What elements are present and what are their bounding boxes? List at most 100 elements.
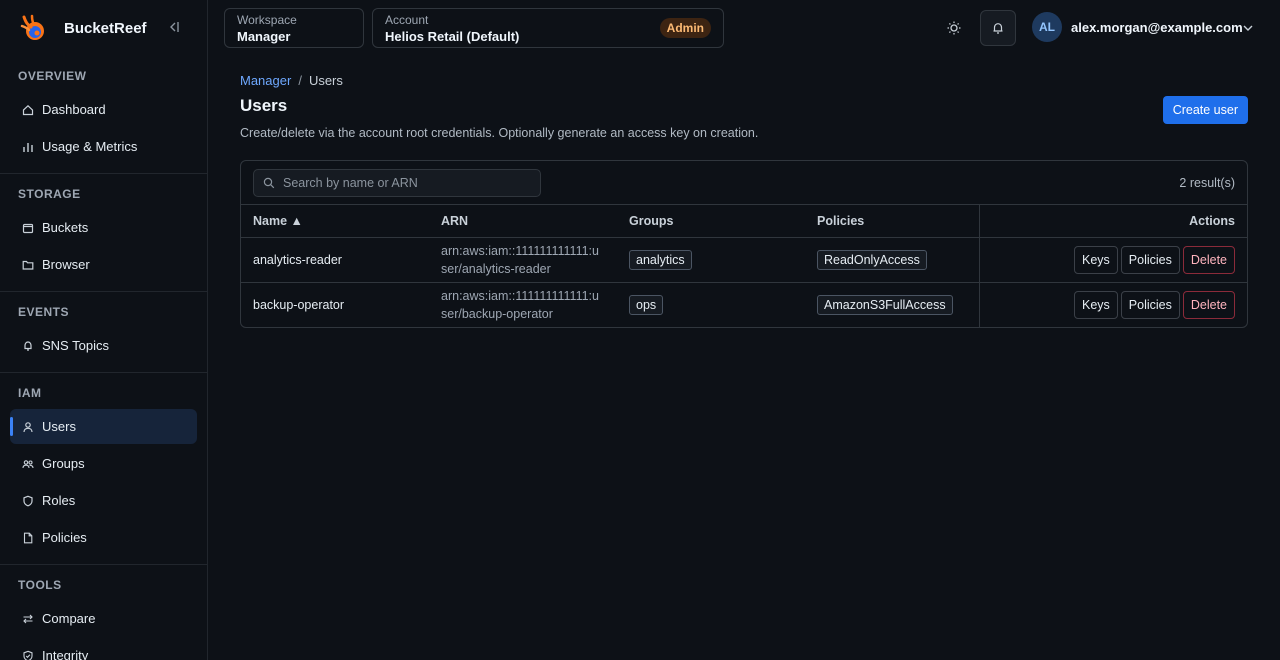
bell-icon: [991, 21, 1005, 35]
keys-button[interactable]: Keys: [1073, 245, 1118, 274]
user-actions-cell: Keys Policies Delete: [978, 237, 1247, 282]
sidebar-item-groups[interactable]: Groups: [10, 446, 197, 481]
sidebar-item-label: Usage & Metrics: [42, 139, 138, 154]
avatar[interactable]: AL: [1032, 12, 1062, 42]
user-policies-cell: ReadOnlyAccess: [805, 237, 979, 282]
delete-button[interactable]: Delete: [1182, 290, 1235, 319]
sidebar-item-compare[interactable]: Compare: [10, 601, 197, 636]
breadcrumb-current: Users: [308, 72, 343, 88]
group-tag: analytics: [629, 249, 692, 270]
policies-button[interactable]: Policies: [1120, 245, 1180, 274]
table-row: analytics-reader arn:aws:iam::1111111111…: [241, 237, 1247, 282]
main-content: Manager / Users Users Create/delete via …: [240, 56, 1248, 328]
section-title: STORAGE: [18, 187, 81, 201]
account-selector[interactable]: Account Helios Retail (Default) Admin: [372, 8, 724, 48]
column-header-name[interactable]: Name ▲: [241, 205, 429, 238]
collapse-sidebar-icon[interactable]: [166, 19, 182, 35]
workspace-label: Workspace: [237, 13, 297, 27]
folder-icon: [22, 259, 34, 271]
brand-name: BucketReef: [64, 19, 147, 37]
sidebar-item-usage-metrics[interactable]: Usage & Metrics: [10, 129, 197, 164]
sidebar-item-integrity[interactable]: Integrity: [10, 638, 197, 660]
topbar: Workspace Manager Account Helios Retail …: [208, 0, 1280, 56]
page-description: Create/delete via the account root crede…: [240, 126, 759, 140]
search-input[interactable]: [283, 176, 523, 190]
user-arn-cell: arn:aws:iam::111111111111:user/backup-op…: [429, 281, 617, 327]
sidebar-item-buckets[interactable]: Buckets: [10, 210, 197, 245]
brand: BucketReef: [0, 0, 207, 56]
user-name: analytics-reader: [253, 252, 342, 267]
compare-icon: [22, 613, 34, 625]
bucket-icon: [22, 222, 34, 234]
keys-button[interactable]: Keys: [1073, 290, 1118, 319]
nav-section-events: EVENTS SNS Topics: [0, 292, 207, 373]
role-badge: Admin: [659, 18, 711, 38]
page-title: Users: [240, 96, 288, 115]
workspace-selector[interactable]: Workspace Manager: [224, 8, 364, 48]
nav-section-overview: OVERVIEW Dashboard Usage & Metrics: [0, 56, 207, 174]
notifications-button[interactable]: [980, 10, 1016, 46]
result-count: 2 result(s): [1179, 176, 1235, 190]
section-title: IAM: [18, 386, 42, 400]
delete-button[interactable]: Delete: [1182, 245, 1235, 274]
sidebar-item-label: Dashboard: [42, 102, 106, 117]
group-tag: ops: [629, 294, 664, 315]
sidebar: BucketReef OVERVIEW Dashboard Usage & Me…: [0, 0, 208, 660]
sidebar-item-browser[interactable]: Browser: [10, 247, 197, 282]
search-icon: [263, 177, 275, 189]
sidebar-item-dashboard[interactable]: Dashboard: [10, 92, 197, 127]
breadcrumb: Manager / Users: [240, 72, 1248, 88]
section-title: OVERVIEW: [18, 69, 87, 83]
user-arn: arn:aws:iam::111111111111:user/backup-op…: [441, 288, 599, 321]
user-arn-cell: arn:aws:iam::111111111111:user/analytics…: [429, 237, 617, 282]
section-title: TOOLS: [18, 578, 62, 592]
breadcrumb-separator: /: [298, 72, 302, 88]
column-header-groups: Groups: [617, 205, 805, 238]
sidebar-item-label: Integrity: [42, 648, 89, 660]
panel-toolbar: 2 result(s): [241, 161, 1247, 205]
chevron-down-icon[interactable]: [1242, 22, 1254, 34]
nav-section-tools: TOOLS Compare Integrity: [0, 565, 207, 660]
sidebar-item-label: Groups: [42, 456, 85, 471]
column-header-actions: Actions: [978, 205, 1247, 238]
column-header-policies: Policies: [805, 205, 979, 238]
sidebar-item-label: Roles: [42, 493, 76, 508]
shield-check-icon: [22, 650, 34, 660]
user-name: backup-operator: [241, 281, 429, 327]
user-groups-cell: ops: [617, 281, 805, 327]
bar-chart-icon: [22, 141, 34, 153]
sidebar-item-label: Browser: [42, 257, 90, 272]
sidebar-item-sns-topics[interactable]: SNS Topics: [10, 328, 197, 363]
nav-section-storage: STORAGE Buckets Browser: [0, 174, 207, 292]
policy-tag: AmazonS3FullAccess: [817, 294, 953, 315]
home-icon: [22, 104, 34, 116]
table-header-row: Name ▲ ARN Groups Policies Actions: [241, 205, 1247, 238]
bell-icon: [22, 340, 34, 352]
theme-toggle-sun-icon[interactable]: [944, 18, 964, 38]
user-email[interactable]: alex.morgan@example.com: [1071, 20, 1243, 35]
sidebar-item-label: Buckets: [42, 220, 89, 235]
table-row: backup-operator arn:aws:iam::11111111111…: [241, 281, 1247, 327]
policy-tag: ReadOnlyAccess: [817, 249, 927, 270]
sidebar-item-roles[interactable]: Roles: [10, 483, 197, 518]
users-table: Name ▲ ARN Groups Policies Actions analy…: [241, 205, 1247, 327]
users-icon: [22, 458, 34, 470]
column-header-arn: ARN: [429, 205, 617, 238]
brand-logo-icon: [18, 13, 48, 43]
user-icon: [22, 421, 34, 433]
search-field[interactable]: [253, 169, 541, 197]
sidebar-item-label: Policies: [42, 530, 87, 545]
user-actions-cell: Keys Policies Delete: [978, 281, 1247, 327]
sidebar-item-policies[interactable]: Policies: [10, 520, 197, 555]
sidebar-item-label: Users: [42, 419, 76, 434]
sidebar-item-label: SNS Topics: [42, 338, 109, 353]
users-panel: 2 result(s) Name ▲ ARN Groups Policies A…: [240, 160, 1248, 328]
file-icon: [22, 532, 34, 544]
user-policies-cell: AmazonS3FullAccess: [805, 281, 979, 327]
create-user-button[interactable]: Create user: [1162, 96, 1248, 124]
user-groups-cell: analytics: [617, 237, 805, 282]
breadcrumb-link-manager[interactable]: Manager: [240, 73, 291, 88]
policies-button[interactable]: Policies: [1120, 290, 1180, 319]
sidebar-item-users[interactable]: Users: [10, 409, 197, 444]
section-title: EVENTS: [18, 305, 70, 319]
